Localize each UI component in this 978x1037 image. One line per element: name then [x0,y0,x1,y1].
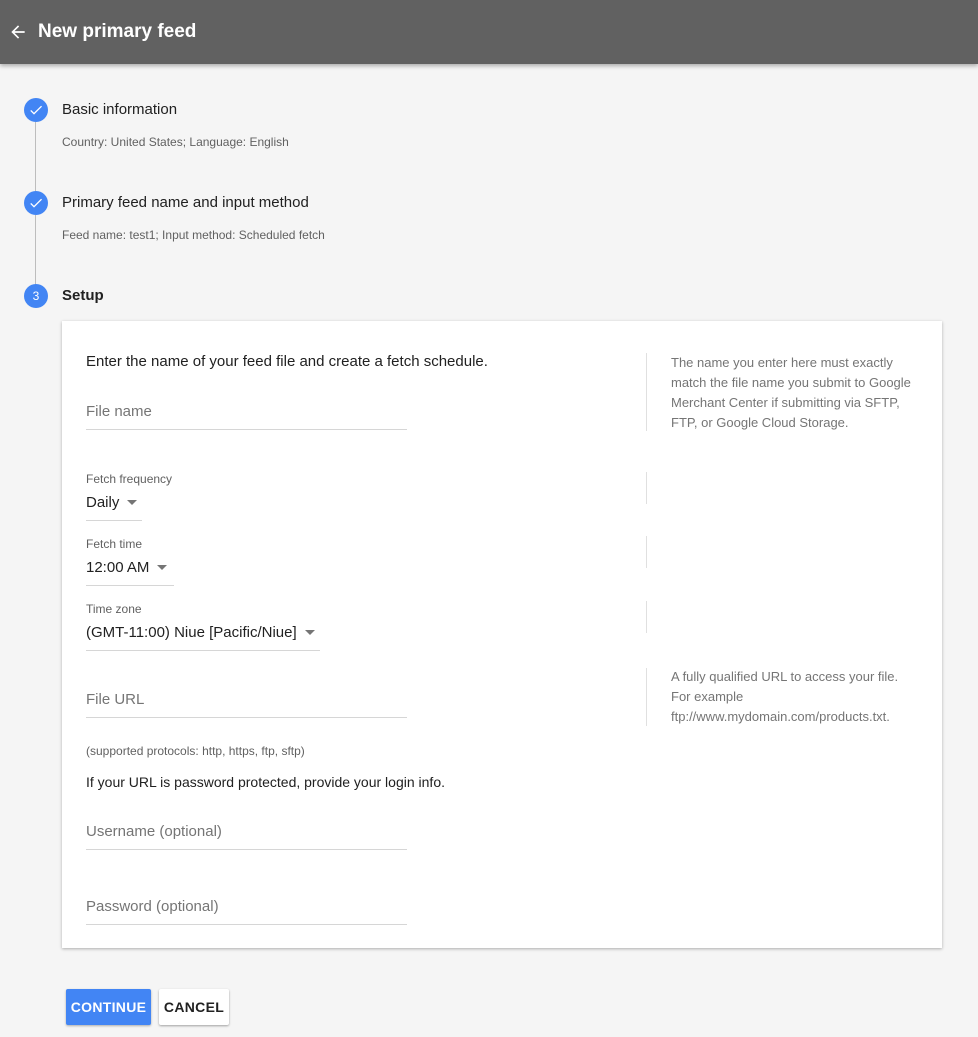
time-zone-label: Time zone [86,602,142,616]
stepper-connector [35,215,36,285]
step-1-summary: Country: United States; Language: Englis… [62,135,289,149]
step-1-check-badge [24,98,48,122]
file-url-underline [86,717,407,718]
fetch-frequency-underline [86,520,142,521]
arrow-left-icon [11,25,25,39]
protocols-note: (supported protocols: http, https, ftp, … [86,744,305,758]
time-zone-select[interactable]: (GMT-11:00) Niue [Pacific/Niue] [86,624,315,641]
username-input[interactable]: Username (optional) [86,823,407,847]
step-1-title: Basic information [62,101,178,118]
file-url-input[interactable]: File URL [86,691,407,715]
help-divider [646,601,647,633]
step-3-number-badge: 3 [24,284,48,308]
step-2-summary: Feed name: test1; Input method: Schedule… [62,228,325,242]
page-title: New primary feed [38,21,197,42]
help-divider [646,536,647,568]
help-divider [646,668,647,726]
username-underline [86,849,407,850]
check-icon [30,105,42,115]
step-2-title: Primary feed name and input method [62,194,309,211]
time-zone-underline [86,650,320,651]
password-underline [86,924,407,925]
fetch-time-label: Fetch time [86,537,143,551]
fetch-frequency-value: Daily [86,494,120,511]
file-name-input[interactable]: File name [86,403,407,427]
fetch-frequency-select[interactable]: Daily [86,494,138,511]
step-3-title: Setup [62,287,104,304]
file-name-help: The name you enter here must exactly mat… [671,355,911,430]
stepper-connector [35,122,36,192]
continue-button[interactable]: CONTINUE [66,989,151,1025]
check-icon [30,198,42,208]
dropdown-caret-icon [157,565,168,570]
fetch-frequency-label: Fetch frequency [86,472,173,486]
fetch-time-value: 12:00 AM [86,559,150,576]
login-note: If your URL is password protected, provi… [86,774,445,790]
time-zone-value: (GMT-11:00) Niue [Pacific/Niue] [86,624,297,641]
step-2-check-badge [24,191,48,215]
password-input[interactable]: Password (optional) [86,898,407,922]
fetch-time-underline [86,585,174,586]
dropdown-caret-icon [127,500,138,505]
file-name-underline [86,429,407,430]
back-button[interactable] [4,18,32,46]
help-divider [646,353,647,431]
help-divider [646,472,647,504]
setup-intro: Enter the name of your feed file and cre… [86,353,488,370]
fetch-time-select[interactable]: 12:00 AM [86,559,168,576]
top-app-bar: New primary feed [0,0,978,64]
file-url-help: A fully qualified URL to access your fil… [671,669,899,724]
setup-card: Enter the name of your feed file and cre… [62,321,942,948]
cancel-button[interactable]: CANCEL [159,989,229,1025]
dropdown-caret-icon [304,630,315,635]
